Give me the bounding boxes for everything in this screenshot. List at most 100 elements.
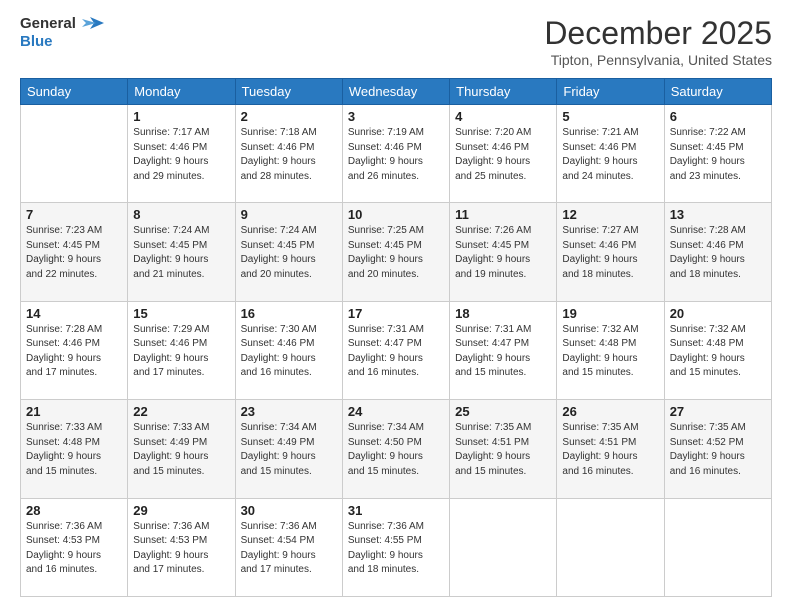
cell-info: Sunrise: 7:26 AM Sunset: 4:45 PM Dayligh…: [455, 224, 551, 282]
day-number: 17: [348, 306, 444, 321]
cell-info: Sunrise: 7:25 AM Sunset: 4:45 PM Dayligh…: [348, 224, 444, 282]
calendar-table: SundayMondayTuesdayWednesdayThursdayFrid…: [20, 78, 772, 597]
day-number: 28: [26, 503, 122, 518]
calendar-day-header: Thursday: [450, 79, 557, 105]
day-number: 19: [562, 306, 658, 321]
calendar-cell: 22 Sunrise: 7:33 AM Sunset: 4:49 PM Dayli…: [128, 400, 235, 498]
calendar-week-row: 28 Sunrise: 7:36 AM Sunset: 4:53 PM Dayli…: [21, 498, 772, 596]
calendar-cell: 26Sunrise: 7:35 AM Sunset: 4:51 PM Dayli…: [557, 400, 664, 498]
calendar-cell: [450, 498, 557, 596]
day-number: 26: [562, 404, 658, 419]
cell-info: Sunrise: 7:33 AM Sunset: 4:48 PM Dayligh…: [26, 421, 122, 479]
day-number: 25: [455, 404, 551, 419]
calendar-week-row: 14 Sunrise: 7:28 AM Sunset: 4:46 PM Dayli…: [21, 301, 772, 399]
day-number: 6: [670, 109, 766, 124]
cell-info: Sunrise: 7:27 AM Sunset: 4:46 PM Dayligh…: [562, 224, 658, 282]
day-number: 22: [133, 404, 229, 419]
calendar-cell: 31 Sunrise: 7:36 AM Sunset: 4:55 PM Dayli…: [342, 498, 449, 596]
calendar-cell: 20 Sunrise: 7:32 AM Sunset: 4:48 PM Dayli…: [664, 301, 771, 399]
day-number: 18: [455, 306, 551, 321]
logo-line2: Blue: [20, 33, 104, 51]
calendar-cell: [21, 105, 128, 203]
calendar-cell: 4 Sunrise: 7:20 AM Sunset: 4:46 PM Daylig…: [450, 105, 557, 203]
day-number: 16: [241, 306, 337, 321]
calendar-cell: 9Sunrise: 7:24 AM Sunset: 4:45 PM Daylig…: [235, 203, 342, 301]
day-number: 2: [241, 109, 337, 124]
calendar-cell: [664, 498, 771, 596]
day-number: 1: [133, 109, 229, 124]
day-number: 3: [348, 109, 444, 124]
calendar-cell: 13Sunrise: 7:28 AM Sunset: 4:46 PM Dayli…: [664, 203, 771, 301]
calendar-cell: 30 Sunrise: 7:36 AM Sunset: 4:54 PM Dayli…: [235, 498, 342, 596]
calendar-cell: 2 Sunrise: 7:18 AM Sunset: 4:46 PM Daylig…: [235, 105, 342, 203]
cell-info: Sunrise: 7:34 AM Sunset: 4:49 PM Dayligh…: [241, 421, 337, 479]
calendar-cell: 18Sunrise: 7:31 AM Sunset: 4:47 PM Dayli…: [450, 301, 557, 399]
cell-info: Sunrise: 7:30 AM Sunset: 4:46 PM Dayligh…: [241, 323, 337, 381]
calendar-cell: 3 Sunrise: 7:19 AM Sunset: 4:46 PM Daylig…: [342, 105, 449, 203]
calendar-cell: 29 Sunrise: 7:36 AM Sunset: 4:53 PM Dayli…: [128, 498, 235, 596]
day-number: 21: [26, 404, 122, 419]
cell-info: Sunrise: 7:22 AM Sunset: 4:45 PM Dayligh…: [670, 126, 766, 184]
cell-info: Sunrise: 7:17 AM Sunset: 4:46 PM Dayligh…: [133, 126, 229, 184]
calendar-cell: 27 Sunrise: 7:35 AM Sunset: 4:52 PM Dayli…: [664, 400, 771, 498]
calendar-day-header: Saturday: [664, 79, 771, 105]
calendar-cell: 23Sunrise: 7:34 AM Sunset: 4:49 PM Dayli…: [235, 400, 342, 498]
cell-info: Sunrise: 7:20 AM Sunset: 4:46 PM Dayligh…: [455, 126, 551, 184]
cell-info: Sunrise: 7:32 AM Sunset: 4:48 PM Dayligh…: [670, 323, 766, 381]
location: Tipton, Pennsylvania, United States: [544, 52, 772, 68]
calendar-cell: 21 Sunrise: 7:33 AM Sunset: 4:48 PM Dayli…: [21, 400, 128, 498]
day-number: 10: [348, 207, 444, 222]
calendar-cell: 16 Sunrise: 7:30 AM Sunset: 4:46 PM Dayli…: [235, 301, 342, 399]
logo-bird-icon: [82, 15, 104, 33]
calendar-day-header: Sunday: [21, 79, 128, 105]
calendar-header-row: SundayMondayTuesdayWednesdayThursdayFrid…: [21, 79, 772, 105]
cell-info: Sunrise: 7:28 AM Sunset: 4:46 PM Dayligh…: [26, 323, 122, 381]
cell-info: Sunrise: 7:21 AM Sunset: 4:46 PM Dayligh…: [562, 126, 658, 184]
calendar-day-header: Tuesday: [235, 79, 342, 105]
cell-info: Sunrise: 7:19 AM Sunset: 4:46 PM Dayligh…: [348, 126, 444, 184]
cell-info: Sunrise: 7:36 AM Sunset: 4:55 PM Dayligh…: [348, 520, 444, 578]
cell-info: Sunrise: 7:36 AM Sunset: 4:53 PM Dayligh…: [133, 520, 229, 578]
calendar-cell: 25 Sunrise: 7:35 AM Sunset: 4:51 PM Dayli…: [450, 400, 557, 498]
day-number: 12: [562, 207, 658, 222]
calendar-cell: 10 Sunrise: 7:25 AM Sunset: 4:45 PM Dayli…: [342, 203, 449, 301]
day-number: 29: [133, 503, 229, 518]
cell-info: Sunrise: 7:35 AM Sunset: 4:52 PM Dayligh…: [670, 421, 766, 479]
cell-info: Sunrise: 7:29 AM Sunset: 4:46 PM Dayligh…: [133, 323, 229, 381]
month-title: December 2025: [544, 15, 772, 52]
cell-info: Sunrise: 7:34 AM Sunset: 4:50 PM Dayligh…: [348, 421, 444, 479]
day-number: 7: [26, 207, 122, 222]
cell-info: Sunrise: 7:18 AM Sunset: 4:46 PM Dayligh…: [241, 126, 337, 184]
cell-info: Sunrise: 7:24 AM Sunset: 4:45 PM Dayligh…: [133, 224, 229, 282]
logo-line1: General: [20, 15, 104, 33]
calendar-cell: 6 Sunrise: 7:22 AM Sunset: 4:45 PM Daylig…: [664, 105, 771, 203]
calendar-cell: 11 Sunrise: 7:26 AM Sunset: 4:45 PM Dayli…: [450, 203, 557, 301]
calendar-cell: 14 Sunrise: 7:28 AM Sunset: 4:46 PM Dayli…: [21, 301, 128, 399]
header: General Blue December 2025 Tipton, Penns…: [20, 15, 772, 68]
calendar-cell: 12 Sunrise: 7:27 AM Sunset: 4:46 PM Dayli…: [557, 203, 664, 301]
calendar-cell: 17Sunrise: 7:31 AM Sunset: 4:47 PM Dayli…: [342, 301, 449, 399]
cell-info: Sunrise: 7:36 AM Sunset: 4:54 PM Dayligh…: [241, 520, 337, 578]
calendar-cell: 1 Sunrise: 7:17 AM Sunset: 4:46 PM Daylig…: [128, 105, 235, 203]
calendar-cell: 15 Sunrise: 7:29 AM Sunset: 4:46 PM Dayli…: [128, 301, 235, 399]
cell-info: Sunrise: 7:28 AM Sunset: 4:46 PM Dayligh…: [670, 224, 766, 282]
calendar-day-header: Monday: [128, 79, 235, 105]
calendar-cell: 24Sunrise: 7:34 AM Sunset: 4:50 PM Dayli…: [342, 400, 449, 498]
day-number: 15: [133, 306, 229, 321]
day-number: 8: [133, 207, 229, 222]
calendar-week-row: 1 Sunrise: 7:17 AM Sunset: 4:46 PM Daylig…: [21, 105, 772, 203]
day-number: 11: [455, 207, 551, 222]
calendar-day-header: Wednesday: [342, 79, 449, 105]
day-number: 27: [670, 404, 766, 419]
day-number: 20: [670, 306, 766, 321]
calendar-cell: 7Sunrise: 7:23 AM Sunset: 4:45 PM Daylig…: [21, 203, 128, 301]
cell-info: Sunrise: 7:35 AM Sunset: 4:51 PM Dayligh…: [455, 421, 551, 479]
day-number: 5: [562, 109, 658, 124]
day-number: 9: [241, 207, 337, 222]
day-number: 30: [241, 503, 337, 518]
logo: General Blue: [20, 15, 104, 51]
cell-info: Sunrise: 7:33 AM Sunset: 4:49 PM Dayligh…: [133, 421, 229, 479]
day-number: 14: [26, 306, 122, 321]
day-number: 4: [455, 109, 551, 124]
day-number: 31: [348, 503, 444, 518]
